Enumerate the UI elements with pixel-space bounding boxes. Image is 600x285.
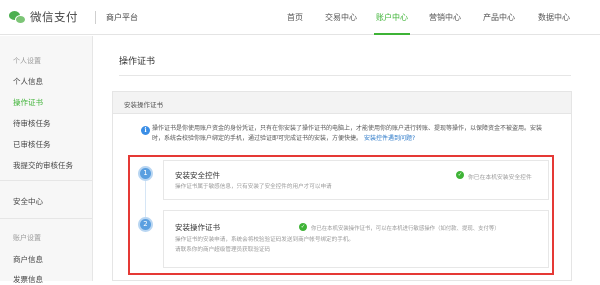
sidebar-item-security-center[interactable]: 安全中心 bbox=[13, 196, 43, 207]
title-divider bbox=[119, 75, 571, 76]
sidebar-item-merchant-info[interactable]: 商户信息 bbox=[13, 254, 43, 265]
info-icon: i bbox=[141, 126, 150, 135]
sidebar-divider bbox=[0, 218, 93, 219]
sidebar-item-pending-review[interactable]: 待审核任务 bbox=[13, 118, 51, 129]
nav-data-center[interactable]: 数据中心 bbox=[538, 12, 570, 23]
step-1-status: 你已在本机安装安全控件 bbox=[468, 175, 532, 181]
page-title: 操作证书 bbox=[119, 57, 156, 67]
brand-name: 微信支付 bbox=[30, 10, 78, 24]
step-1-title: 安装安全控件 bbox=[175, 171, 220, 180]
nav-product-center[interactable]: 产品中心 bbox=[483, 12, 515, 23]
nav-account-center[interactable]: 账户中心 bbox=[376, 12, 408, 23]
sidebar-divider bbox=[0, 180, 93, 181]
check-icon: ✓ bbox=[456, 171, 464, 179]
nav-home[interactable]: 首页 bbox=[287, 12, 303, 23]
top-nav-bar: 微信支付 商户平台 首页 交易中心 账户中心 营销中心 产品中心 数据中心 bbox=[0, 0, 600, 35]
sidebar-item-personal-info[interactable]: 个人信息 bbox=[13, 76, 43, 87]
step-2-number: 2 bbox=[138, 217, 153, 232]
step-2-description: 操作证书的安装申请，系统会将校验验证码发送到商户帐号绑定的手机。 bbox=[175, 237, 355, 243]
panel-header: 安装操作证书 bbox=[113, 92, 571, 114]
sidebar-item-invoice-info[interactable]: 发票信息 bbox=[13, 274, 43, 285]
step-1-description: 操作证书属于敏感信息，只有安装了安全控件的用户才可以申请 bbox=[175, 184, 332, 190]
step-2-card: 安装操作证书 ✓ 你已在本机安装操作证书，可以在本机进行敏感操作（如付款、提现、… bbox=[163, 210, 549, 268]
step-2-note: 请联系你的商户超级管理员获取验证码 bbox=[175, 247, 271, 253]
check-icon: ✓ bbox=[299, 223, 307, 231]
wechat-logo-icon bbox=[9, 10, 26, 25]
step-2-title: 安装操作证书 bbox=[175, 223, 220, 232]
platform-name: 商户平台 bbox=[106, 13, 138, 22]
notice-text-block: 操作证书是你使用账户资金的身份凭证，只有在你安装了操作证书的电脑上，才能使用你的… bbox=[152, 124, 552, 144]
step-1-card: 安装安全控件 操作证书属于敏感信息，只有安装了安全控件的用户才可以申请 ✓ 你已… bbox=[163, 160, 549, 200]
nav-trade-center[interactable]: 交易中心 bbox=[325, 12, 357, 23]
sidebar: 个人设置 个人信息 操作证书 待审核任务 已审核任务 我提交的审核任务 安全中心… bbox=[0, 36, 93, 284]
panel-title: 安装操作证书 bbox=[124, 101, 163, 109]
notice-text: 操作证书是你使用账户资金的身份凭证，只有在你安装了操作证书的电脑上，才能使用你的… bbox=[152, 125, 543, 142]
sidebar-item-reviewed[interactable]: 已审核任务 bbox=[13, 139, 51, 150]
help-link[interactable]: 安装控件遇到问题? bbox=[364, 135, 415, 142]
sidebar-group-personal-settings: 个人设置 bbox=[13, 57, 41, 65]
active-nav-indicator bbox=[374, 33, 410, 35]
wechat-pay-logo[interactable]: 微信支付 bbox=[9, 9, 78, 25]
step-1-number: 1 bbox=[138, 166, 153, 181]
sidebar-item-my-submitted[interactable]: 我提交的审核任务 bbox=[13, 160, 73, 171]
nav-marketing-center[interactable]: 营销中心 bbox=[429, 12, 461, 23]
sidebar-group-account-settings: 账户设置 bbox=[13, 234, 41, 242]
sidebar-item-operation-certificate[interactable]: 操作证书 bbox=[13, 97, 43, 108]
step-2-status: 你已在本机安装操作证书，可以在本机进行敏感操作（如付款、提现、支付等） bbox=[311, 226, 500, 232]
logo-divider bbox=[95, 11, 96, 24]
